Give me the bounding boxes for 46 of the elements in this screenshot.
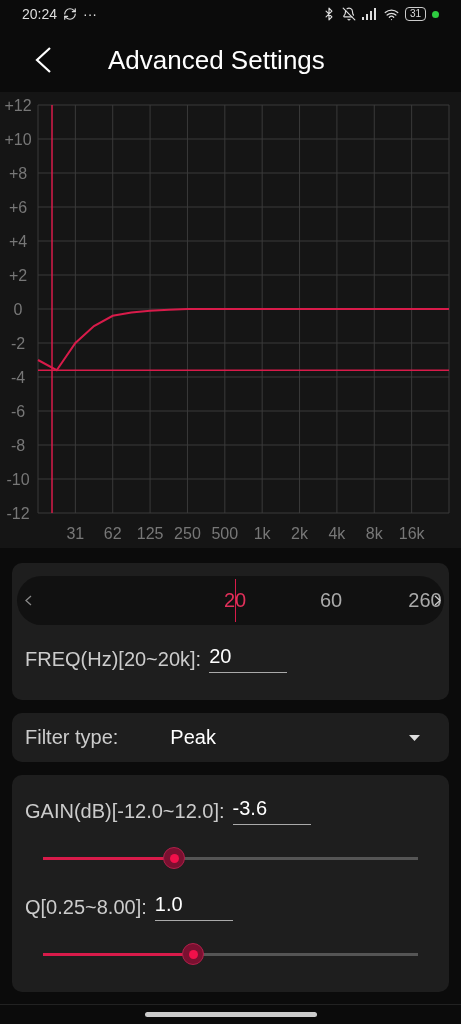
- dropdown-caret-icon: [409, 734, 420, 741]
- q-input[interactable]: 1.0: [154, 893, 233, 921]
- x-tick-label: 31: [66, 525, 85, 542]
- filter-type-label: Filter type:: [25, 726, 119, 749]
- filter-type-value: Peak: [170, 726, 217, 749]
- slider-thumb[interactable]: [163, 847, 186, 869]
- mute-icon: [341, 7, 356, 21]
- frequency-label: FREQ(Hz)[20~20k]:: [25, 647, 202, 671]
- x-tick-label: 8k: [365, 525, 383, 542]
- status-dot: [432, 10, 439, 18]
- y-tick-label: -8: [10, 437, 26, 454]
- wifi-icon: [383, 6, 399, 22]
- y-tick-label: +10: [4, 131, 32, 148]
- x-tick-label: 16k: [398, 525, 425, 542]
- x-tick-label: 1k: [253, 525, 271, 542]
- x-tick-label: 250: [174, 525, 201, 542]
- y-tick-label: -4: [10, 369, 26, 386]
- y-tick-label: -10: [6, 471, 30, 488]
- y-tick-label: +2: [8, 267, 28, 284]
- x-tick-label: 500: [211, 525, 239, 542]
- slider-thumb[interactable]: [182, 943, 204, 965]
- x-tick-label: 125: [136, 525, 164, 542]
- ruler-value[interactable]: 60: [319, 589, 343, 612]
- frequency-input[interactable]: 20: [209, 645, 288, 673]
- x-tick-label: 2k: [291, 525, 308, 542]
- signal-icon: [361, 8, 378, 20]
- y-tick-label: 0: [13, 301, 23, 318]
- clock: 20:24: [22, 6, 58, 22]
- battery-indicator: 31: [404, 7, 426, 21]
- y-tick-label: +8: [8, 165, 28, 182]
- y-tick-label: +6: [8, 199, 28, 216]
- filter-type-dropdown[interactable]: Filter type: Peak: [12, 713, 449, 762]
- q-label: Q[0.25~8.00]:: [25, 895, 147, 919]
- page-title: Advanced Settings: [108, 44, 325, 76]
- gain-label: GAIN(dB)[-12.0~12.0]:: [25, 799, 225, 823]
- x-tick-label: 62: [103, 525, 122, 542]
- sync-icon: [63, 7, 78, 21]
- y-tick-label: +4: [8, 233, 28, 250]
- y-tick-label: -6: [10, 403, 26, 420]
- y-tick-label: -2: [10, 335, 26, 352]
- chevron-left-icon[interactable]: [25, 595, 32, 606]
- y-tick-label: -12: [6, 505, 30, 522]
- more-indicator: ···: [83, 6, 98, 22]
- y-tick-label: +12: [4, 97, 32, 114]
- x-tick-label: 4k: [328, 525, 346, 542]
- gain-input[interactable]: -3.6: [232, 797, 311, 825]
